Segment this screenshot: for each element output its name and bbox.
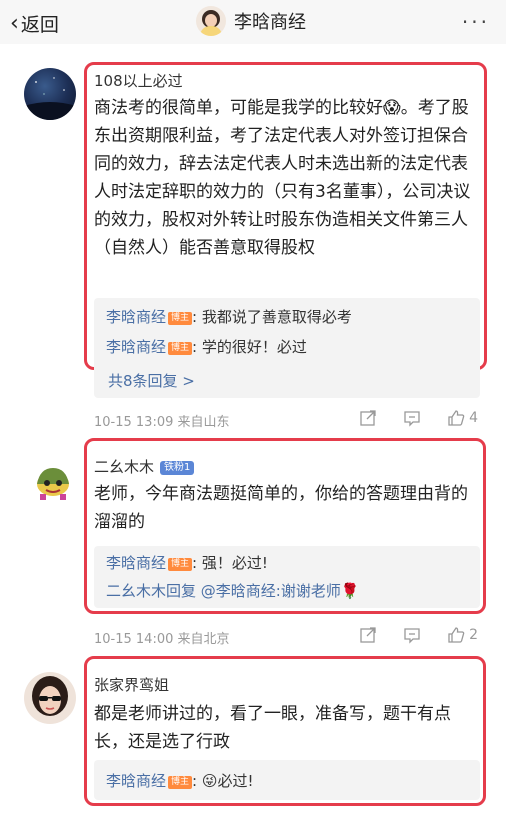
comment-body: 都是老师讲过的，看了一眼，准备写，题干有点长，还是选了行政 — [94, 704, 451, 752]
view-more-replies-link[interactable]: 共8条回复 > — [108, 370, 195, 391]
reply-item[interactable]: 李晗商经 博主: 强！必过! — [106, 552, 268, 573]
comment-actions: 4 — [333, 409, 478, 427]
reply-box[interactable]: 李晗商经 博主: 😜必过! — [94, 760, 480, 800]
like-count: 2 — [469, 627, 478, 643]
comment-actions: 2 — [333, 626, 478, 644]
reply-box[interactable]: 李晗商经 博主: 强！必过! 二幺木木回复 @李晗商经:谢谢老师🌹 — [94, 546, 480, 608]
comment-username[interactable]: 二幺木木 铁粉1 — [94, 456, 195, 477]
blogger-badge: 博主 — [168, 312, 193, 325]
reply-item[interactable]: 二幺木木回复 @李晗商经:谢谢老师🌹 — [106, 580, 360, 601]
avatar[interactable] — [24, 672, 76, 724]
avatar[interactable] — [30, 458, 76, 504]
page-title: 李晗商经 — [196, 6, 306, 36]
like-count: 4 — [469, 410, 478, 426]
comment-username[interactable]: 108以上必过 — [94, 70, 183, 91]
page-title-text: 李晗商经 — [234, 12, 306, 33]
like-icon[interactable] — [447, 409, 465, 427]
avatar[interactable] — [196, 6, 226, 36]
blogger-badge: 博主 — [168, 558, 193, 571]
back-label: 返回 — [20, 14, 59, 36]
chevron-left-icon: ‹ — [10, 10, 19, 36]
comment-username[interactable]: 张家界鸾姐 — [94, 674, 169, 695]
comment-meta: 10-15 14:00 来自北京 — [94, 632, 230, 647]
fan-badge: 铁粉1 — [160, 461, 195, 475]
comment-body: 老师，今年商法题挺简单的，你给的答题理由背的溜溜的 — [94, 484, 468, 532]
blogger-badge: 博主 — [168, 776, 193, 789]
comment-meta: 10-15 13:09 来自山东 — [94, 415, 230, 430]
share-icon[interactable] — [359, 409, 377, 427]
reply-item[interactable]: 李晗商经 博主: 学的很好！必过 — [106, 336, 307, 357]
comment-body: 商法考的很简单，可能是我学的比较好😱。考了股东出资期限利益，考了法定代表人对外签… — [94, 98, 471, 258]
top-bar: ‹ 返回 李晗商经 ··· — [0, 0, 506, 44]
back-button[interactable]: ‹ 返回 — [10, 10, 59, 37]
comment-icon[interactable] — [403, 626, 421, 644]
share-icon[interactable] — [359, 626, 377, 644]
reply-item[interactable]: 李晗商经 博主: 😜必过! — [106, 770, 254, 791]
avatar[interactable] — [24, 68, 76, 120]
comment-icon[interactable] — [403, 409, 421, 427]
like-icon[interactable] — [447, 626, 465, 644]
reply-item[interactable]: 李晗商经 博主: 我都说了善意取得必考 — [106, 306, 352, 327]
blogger-badge: 博主 — [168, 342, 193, 355]
more-options-icon[interactable]: ··· — [462, 10, 490, 34]
